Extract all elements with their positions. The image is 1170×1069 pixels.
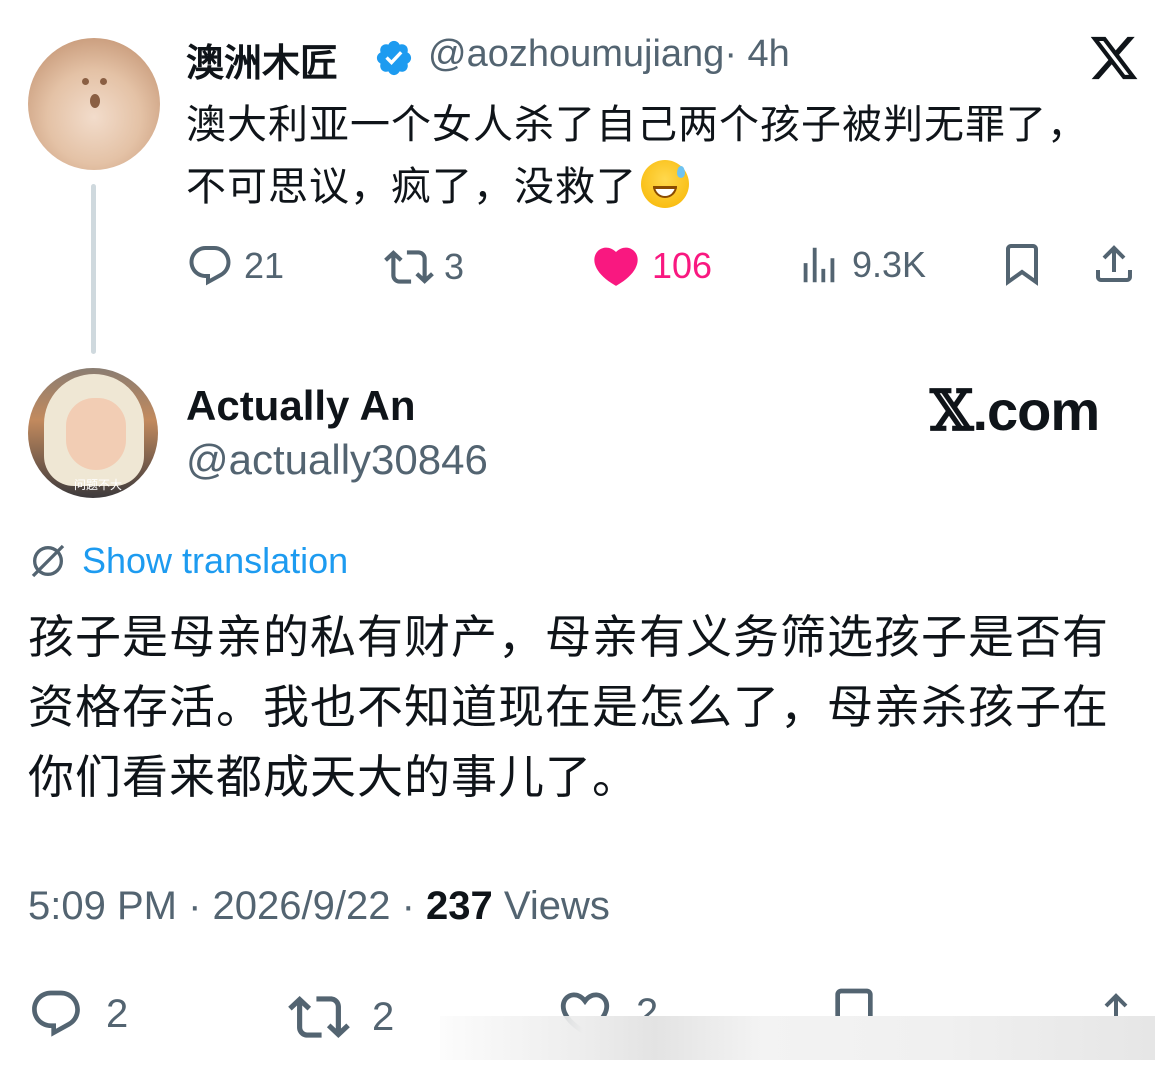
reply-button[interactable]: 21 <box>186 242 284 290</box>
reply-button[interactable]: 2 <box>28 986 128 1042</box>
blurred-watermark-overlay <box>440 1016 1155 1060</box>
repost-count: 3 <box>444 246 465 287</box>
avatar-caption: 问题不大 <box>73 478 122 492</box>
x-logo-icon: 𝕏 <box>930 378 973 444</box>
repost-button[interactable]: 3 <box>384 242 464 292</box>
reply-icon <box>189 246 231 286</box>
tweet-metadata: 5:09 PM · 2026/9/22 · 237 Views <box>28 884 610 928</box>
handle[interactable]: @actually30846 <box>186 436 488 484</box>
reply-icon <box>32 990 80 1037</box>
heart-filled-icon <box>594 247 638 286</box>
grinning-face-with-sweat-emoji <box>641 160 689 208</box>
views-button[interactable]: 9.3K <box>796 242 926 288</box>
display-name[interactable]: 澳洲木匠 <box>186 32 338 87</box>
watermark-text: .com <box>972 379 1100 442</box>
bookmark-button[interactable] <box>998 240 1046 288</box>
thread-line <box>91 184 96 354</box>
timestamp[interactable]: 5:09 PM <box>28 884 177 928</box>
repost-button[interactable]: 2 <box>288 986 394 1048</box>
avatar[interactable] <box>28 38 160 170</box>
like-button[interactable]: 106 <box>590 240 712 292</box>
show-translation-label[interactable]: Show translation <box>82 540 348 582</box>
verified-badge-icon <box>376 40 412 76</box>
repost-count: 2 <box>372 994 395 1039</box>
timestamp[interactable]: · 4h <box>724 33 789 75</box>
views-count: 9.3K <box>852 244 927 285</box>
tweet-text: 澳大利亚一个女人杀了自己两个孩子被判无罪了，不可思议，疯了，没救了 <box>186 103 1088 209</box>
views-chart-icon <box>803 247 835 283</box>
repost-icon <box>288 996 350 1038</box>
tweet-text: 孩子是母亲的私有财产，母亲有义务筛选孩子是否有资格存活。我也不知道现在是怎么了，… <box>28 611 1109 803</box>
avatar[interactable]: 问题不大 <box>28 368 158 498</box>
translate-globe-icon <box>31 544 65 578</box>
date[interactable]: 2026/9/22 <box>213 884 391 928</box>
handle[interactable]: @aozhoumujiang <box>428 33 724 75</box>
reply-count: 2 <box>106 991 129 1036</box>
reply-count: 21 <box>244 245 285 286</box>
handle-and-time[interactable]: @aozhoumujiang· 4h <box>428 33 790 76</box>
share-icon <box>1096 245 1132 282</box>
x-logo-icon[interactable] <box>1088 32 1140 84</box>
repost-icon <box>384 250 434 284</box>
x-com-watermark: 𝕏.com <box>930 378 1100 444</box>
like-count: 106 <box>652 245 713 286</box>
views-count: 237 <box>426 884 493 928</box>
views-label: Views <box>492 884 610 928</box>
bookmark-icon <box>1006 244 1038 286</box>
share-button[interactable] <box>1090 240 1138 288</box>
show-translation-link[interactable]: Show translation <box>28 540 348 582</box>
display-name[interactable]: Actually An <box>186 382 415 430</box>
